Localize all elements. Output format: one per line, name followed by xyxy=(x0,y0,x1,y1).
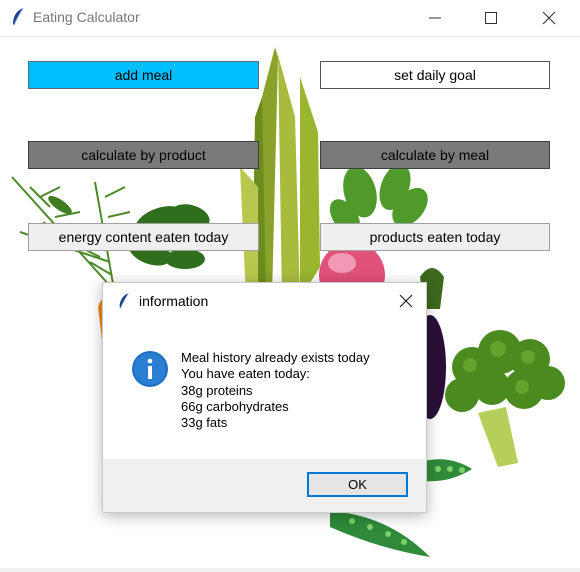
set-daily-goal-button[interactable]: set daily goal xyxy=(320,61,550,89)
calculate-by-product-button[interactable]: calculate by product xyxy=(28,141,259,169)
add-meal-button[interactable]: add meal xyxy=(28,61,259,89)
message-line: You have eaten today: xyxy=(181,366,310,382)
minimize-icon xyxy=(429,17,441,19)
close-icon xyxy=(399,294,413,308)
products-eaten-today-button[interactable]: products eaten today xyxy=(320,223,550,251)
maximize-button[interactable] xyxy=(468,0,514,36)
dialog-footer: OK xyxy=(103,459,426,512)
feather-icon xyxy=(10,7,26,27)
ok-button[interactable]: OK xyxy=(307,472,408,497)
minimize-button[interactable] xyxy=(412,0,458,36)
message-line: 66g carbohydrates xyxy=(181,398,289,414)
feather-icon xyxy=(117,292,131,310)
maximize-icon xyxy=(485,12,497,24)
dialog-title-bar: information xyxy=(103,283,426,319)
title-bar: Eating Calculator xyxy=(0,0,580,37)
window-bottom-border xyxy=(0,568,580,572)
dialog-title: information xyxy=(139,293,209,309)
close-icon xyxy=(542,11,556,25)
information-dialog: information Meal history already exists … xyxy=(102,282,427,513)
window-title: Eating Calculator xyxy=(33,9,140,25)
message-line: 38g proteins xyxy=(181,382,253,398)
energy-content-eaten-today-button[interactable]: energy content eaten today xyxy=(28,223,259,251)
message-line: Meal history already exists today xyxy=(181,350,370,365)
close-button[interactable] xyxy=(526,0,572,36)
dialog-message: Meal history already exists today You ha… xyxy=(181,350,370,431)
message-line: 33g fats xyxy=(181,415,228,431)
info-icon xyxy=(132,351,168,387)
calculate-by-meal-button[interactable]: calculate by meal xyxy=(320,141,550,169)
dialog-close-button[interactable] xyxy=(394,289,418,313)
